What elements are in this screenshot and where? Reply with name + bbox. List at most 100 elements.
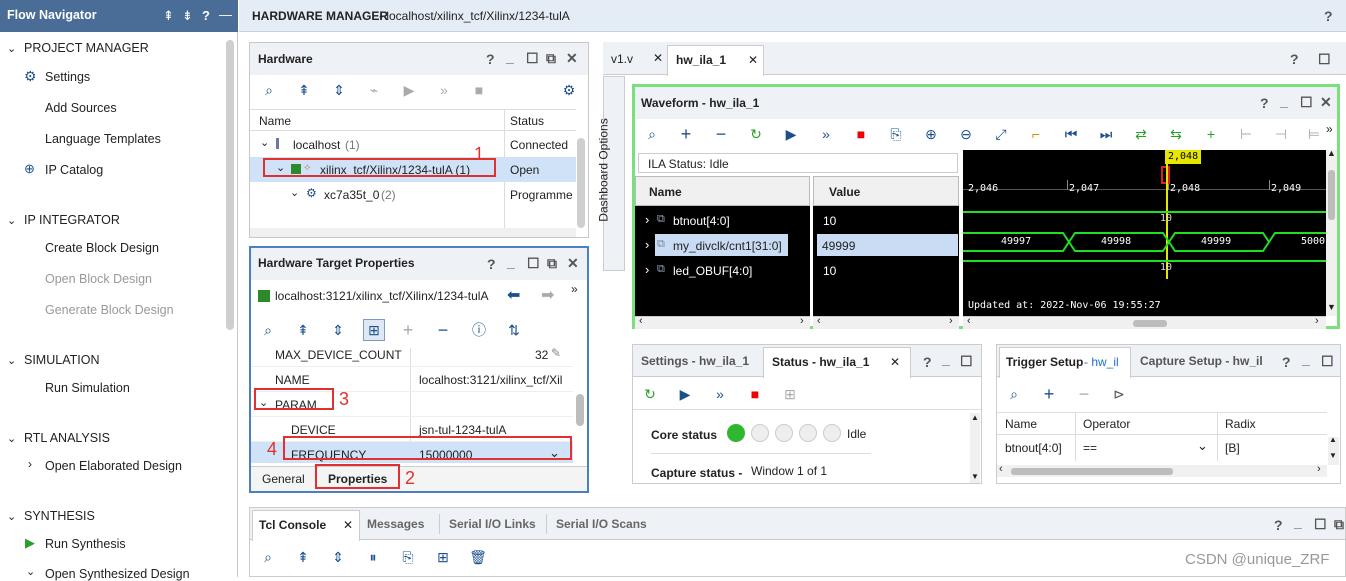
- gate-icon[interactable]: ⊳: [1110, 385, 1128, 403]
- restore-icon[interactable]: ☐: [526, 50, 539, 67]
- help-icon[interactable]: ?: [486, 51, 495, 67]
- hardware-row-localhost[interactable]: ⌄ localhost (1) Connected: [250, 132, 576, 157]
- help-icon[interactable]: ?: [1274, 517, 1283, 533]
- nav-open-elaborated-design[interactable]: Open Elaborated Design: [45, 459, 182, 473]
- section-rtl-analysis[interactable]: RTL ANALYSIS: [24, 431, 110, 445]
- nav-open-block-design[interactable]: Open Block Design: [45, 272, 152, 286]
- restore-icon[interactable]: ☐: [1300, 94, 1313, 111]
- nav-ip-catalog[interactable]: IP Catalog: [45, 163, 103, 177]
- overflow-icon[interactable]: »: [571, 282, 578, 296]
- remove-icon[interactable]: −: [434, 321, 452, 339]
- go-last-icon[interactable]: ⏭: [1097, 125, 1115, 143]
- trigger-row[interactable]: btnout[4:0] == ⌄ [B]: [997, 436, 1327, 461]
- chevron-right-icon[interactable]: ›: [645, 237, 649, 252]
- marker-next-icon[interactable]: ⊣: [1272, 125, 1290, 143]
- help-icon[interactable]: ?: [487, 256, 496, 272]
- col-status[interactable]: Status: [510, 114, 544, 128]
- run-icon[interactable]: ▶: [782, 125, 800, 143]
- zoom-in-icon[interactable]: ⊕: [922, 125, 940, 143]
- pause-icon[interactable]: ⏸: [364, 548, 382, 566]
- col-radix[interactable]: Radix: [1225, 417, 1256, 431]
- col-value[interactable]: Value: [829, 185, 860, 199]
- section-chevron-icon[interactable]: ⌄: [7, 510, 16, 523]
- chevron-down-icon[interactable]: ⌄: [1197, 438, 1208, 454]
- refresh-icon[interactable]: ↻: [747, 125, 765, 143]
- signal-row[interactable]: › ⧉ led_OBUF[4:0] 10: [635, 258, 959, 283]
- columns-icon[interactable]: ⊞: [434, 548, 452, 566]
- info-icon[interactable]: ⓘ: [470, 321, 488, 339]
- restore-icon[interactable]: ☐: [527, 255, 540, 272]
- col-name[interactable]: Name: [649, 185, 682, 199]
- fast-forward-icon[interactable]: »: [711, 385, 729, 403]
- tab-hw-ila-active[interactable]: hw_ila_1 ✕: [667, 45, 764, 76]
- minimize-icon[interactable]: _: [1280, 93, 1288, 109]
- chevron-right-icon[interactable]: ›: [645, 212, 649, 227]
- edit-icon[interactable]: ✎: [551, 348, 561, 360]
- tab-general[interactable]: General: [262, 472, 305, 486]
- chevron-down-icon[interactable]: ⌄: [26, 565, 35, 578]
- minimize-icon[interactable]: _: [506, 49, 514, 65]
- cursor-icon[interactable]: ⌐: [1027, 125, 1045, 143]
- close-icon[interactable]: ✕: [566, 50, 578, 67]
- tab-v1v[interactable]: v1.v: [611, 52, 633, 66]
- minimize-icon[interactable]: _: [507, 254, 515, 270]
- expand-all-icon[interactable]: ⇕: [330, 81, 348, 99]
- trigger-operator[interactable]: ==: [1083, 441, 1097, 455]
- close-icon[interactable]: ✕: [653, 51, 663, 65]
- sort-icon[interactable]: ⇅: [505, 321, 523, 339]
- minimize-icon[interactable]: _: [1302, 351, 1310, 367]
- section-project-manager[interactable]: PROJECT MANAGER: [24, 41, 149, 55]
- minimize-icon[interactable]: _: [942, 351, 950, 367]
- float-icon[interactable]: ⧉: [1334, 516, 1344, 533]
- wave-vscroll[interactable]: ▲ ▼: [1326, 148, 1337, 316]
- stop-icon[interactable]: ■: [470, 81, 488, 99]
- hardware-hscroll[interactable]: [250, 228, 576, 237]
- run-icon[interactable]: ▶: [676, 385, 694, 403]
- hardware-row-device[interactable]: ⌄ ⚙ xc7a35t_0 (2) Programme: [250, 182, 576, 207]
- minimize-icon[interactable]: _: [1294, 514, 1302, 530]
- remove-icon[interactable]: −: [712, 125, 730, 143]
- fast-forward-icon[interactable]: »: [817, 125, 835, 143]
- fast-forward-icon[interactable]: »: [435, 81, 453, 99]
- marker-new-icon[interactable]: +: [1202, 125, 1220, 143]
- marker-add-icon[interactable]: ⇄: [1132, 125, 1150, 143]
- help-icon[interactable]: ?: [1324, 8, 1333, 24]
- trigger-hscroll[interactable]: ‹ ›: [997, 463, 1327, 477]
- value-hscroll[interactable]: ‹ ›: [813, 315, 959, 329]
- chevron-down-icon[interactable]: ⌄: [260, 136, 269, 149]
- help-icon[interactable]: ?: [1290, 51, 1299, 67]
- wave-canvas[interactable]: 2,046 2,047 2,048 2,049 2,048 10 49997 4…: [963, 150, 1326, 316]
- stop-icon[interactable]: ■: [746, 385, 764, 403]
- nav-run-synthesis[interactable]: Run Synthesis: [45, 537, 126, 551]
- col-operator[interactable]: Operator: [1083, 417, 1130, 431]
- gear-icon[interactable]: ⚙: [560, 81, 578, 99]
- tab-status-active[interactable]: Status - hw_ila_1 ✕: [763, 347, 911, 378]
- help-icon[interactable]: ?: [923, 354, 932, 370]
- expand-all-icon[interactable]: ⇕: [329, 548, 347, 566]
- tab-capture-setup[interactable]: Capture Setup - hw_il: [1140, 354, 1263, 368]
- marker-swap-icon[interactable]: ⇆: [1167, 125, 1185, 143]
- close-icon[interactable]: ✕: [343, 518, 353, 532]
- float-icon[interactable]: ⧉: [547, 255, 557, 272]
- nav-generate-block-design[interactable]: Generate Block Design: [45, 303, 174, 317]
- nav-run-simulation[interactable]: Run Simulation: [45, 381, 130, 395]
- tab-serial-io-links[interactable]: Serial I/O Links: [449, 517, 536, 531]
- search-icon[interactable]: ⌕: [259, 321, 277, 339]
- add-icon[interactable]: +: [1040, 385, 1058, 403]
- add-icon[interactable]: +: [677, 125, 695, 143]
- name-hscroll[interactable]: ‹ ›: [635, 315, 810, 329]
- trigger-vscroll[interactable]: ▲ ▼: [1328, 435, 1339, 465]
- close-icon[interactable]: ✕: [1320, 94, 1332, 111]
- forward-arrow-icon[interactable]: ➡: [541, 285, 554, 305]
- help-icon[interactable]: ?: [202, 8, 210, 23]
- restore-icon[interactable]: ☐: [1321, 353, 1334, 370]
- section-chevron-icon[interactable]: ⌄: [7, 354, 16, 367]
- wave-hscroll[interactable]: ‹ ›: [963, 315, 1326, 329]
- nav-open-synthesized-design[interactable]: Open Synthesized Design: [45, 567, 190, 581]
- overflow-icon[interactable]: »: [1326, 122, 1333, 136]
- search-icon[interactable]: ⌕: [1005, 385, 1023, 403]
- nav-create-block-design[interactable]: Create Block Design: [45, 241, 159, 255]
- add-icon[interactable]: +: [399, 321, 417, 339]
- export-icon[interactable]: ⎘: [887, 125, 905, 143]
- nav-language-templates[interactable]: Language Templates: [45, 132, 161, 146]
